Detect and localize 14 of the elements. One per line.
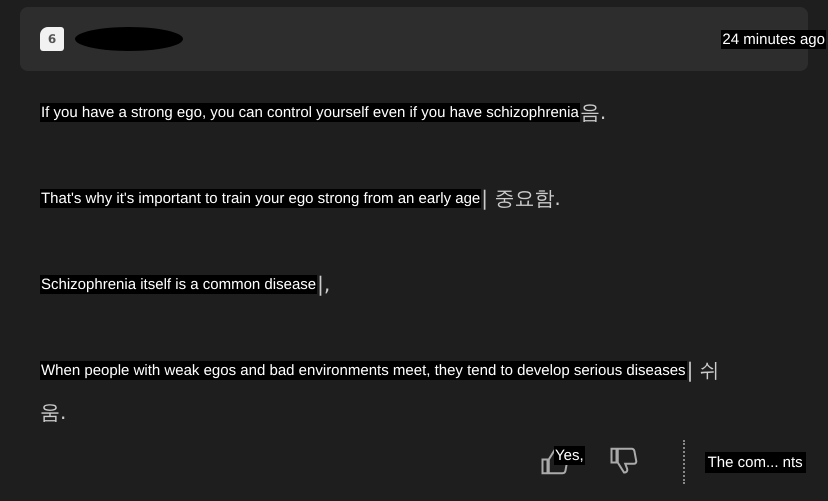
translated-text: When people with weak egos and bad environments meet, they tend to develop serious diseases [40, 360, 687, 380]
translated-text: That's why it's important to train your ego strong from an early age [40, 188, 482, 208]
original-text: | 쉬 [686, 356, 720, 384]
timestamp: 24 minutes ago [721, 30, 826, 48]
original-text: |, [317, 272, 330, 296]
thumbs-down-icon [608, 445, 639, 475]
translated-text: If you have a strong ego, you can control yourself even if you have schizophrenia [40, 102, 580, 122]
translated-text: Schizophrenia itself is a common disease [40, 274, 318, 294]
comments-button[interactable]: The com... nts [704, 452, 806, 472]
level-badge: 6 [40, 27, 64, 51]
original-text: | 중요함. [481, 184, 561, 212]
original-text: 음. [580, 98, 606, 126]
like-button[interactable]: Yes, [540, 447, 585, 477]
original-text: 움. [40, 398, 66, 426]
